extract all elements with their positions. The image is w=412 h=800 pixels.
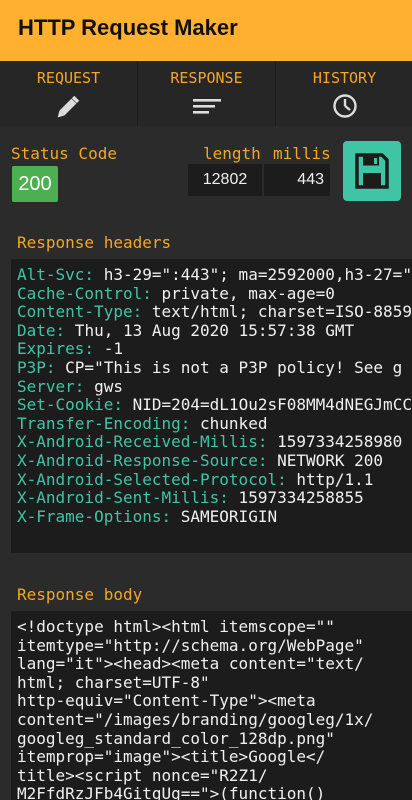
header-row: X-Android-Sent-Millis: 1597334258855 [17, 488, 412, 508]
header-value: CP="This is not a P3P policy! See g [55, 357, 403, 377]
header-value: NETWORK 200 [267, 450, 384, 470]
header-value: chunked [190, 413, 268, 433]
millis-value: 443 [264, 164, 330, 196]
body-line: <!doctype html><html itemscope="" [17, 617, 335, 636]
header-key: Alt-Svc: [17, 265, 95, 284]
header-key: Date: [17, 320, 66, 340]
header-key: X-Android-Sent-Millis: [17, 488, 229, 508]
header-value: gws [84, 376, 123, 396]
body-line: http-equiv="Content-Type"><meta [17, 691, 316, 711]
header-row: X-Frame-Options: SAMEORIGIN [17, 506, 412, 527]
header-value: Thu, 13 Aug 2020 15:57:38 GMT [65, 320, 355, 340]
header-row: X-Android-Selected-Protocol: http/1.1 [17, 469, 412, 490]
tab-request-label: REQUEST [36, 69, 101, 87]
header-row: X-Android-Response-Source: NETWORK 200 [17, 450, 412, 471]
header-value: NID=204=dL1Ou2sF08MM4dNEGJmCC [122, 395, 412, 415]
header-value: 1597334258855 [228, 488, 364, 508]
body-line: M2FfdRzJFb4GitgUg==">(function() [17, 784, 326, 800]
app-title: HTTP Request Maker [18, 15, 238, 40]
save-button[interactable] [343, 141, 401, 201]
tab-response-label: RESPONSE [170, 69, 243, 87]
header-value: h3-29=":443"; ma=2592000,h3-27=" [94, 265, 412, 284]
floppy-disk-icon [355, 153, 389, 189]
length-value: 12802 [188, 164, 262, 196]
body-line: html; charset=UTF-8" [17, 672, 210, 692]
header-value: http/1.1 [286, 469, 374, 489]
body-line: title><script nonce="R2Z1/ [17, 765, 268, 785]
lines-icon [191, 91, 223, 126]
header-key: Transfer-Encoding: [17, 413, 191, 433]
body-line: googleg_standard_color_128dp.png" [17, 728, 335, 748]
body-line: itemprop="image"><title>Google</ [17, 747, 326, 767]
pencil-icon [54, 91, 84, 126]
header-value: SAMEORIGIN [171, 506, 278, 526]
header-value: text/html; charset=ISO-8859 [142, 302, 412, 322]
status-code-label: Status Code [11, 144, 117, 163]
response-headers-title: Response headers [17, 233, 172, 252]
header-key: X-Android-Response-Source: [17, 450, 268, 470]
header-key: Expires: [17, 339, 95, 359]
app-bar: HTTP Request Maker [0, 0, 412, 61]
length-label: length [203, 144, 261, 163]
header-row: Set-Cookie: NID=204=dL1Ou2sF08MM4dNEGJmC… [17, 395, 412, 415]
header-key: Cache-Control: [17, 283, 152, 303]
header-row: Server: gws [17, 376, 412, 397]
tab-bar: REQUEST RESPONSE HISTORY [0, 61, 412, 126]
header-row: Cache-Control: private, max-age=0 [17, 283, 412, 304]
header-value: 1597334258980 [267, 432, 403, 452]
body-line: content="/images/branding/googleg/1x/ [17, 709, 374, 729]
header-key: P3P: [17, 357, 56, 377]
header-row: Transfer-Encoding: chunked [17, 413, 412, 434]
tab-response[interactable]: RESPONSE [138, 61, 275, 126]
header-value: private, max-age=0 [151, 283, 335, 303]
body-line: itemtype="http://schema.org/WebPage" [17, 635, 364, 655]
header-row: Expires: -1 [17, 340, 412, 359]
clock-icon [330, 91, 360, 126]
header-row: Content-Type: text/html; charset=ISO-885… [17, 302, 412, 322]
response-headers-panel[interactable]: Alt-Svc: h3-29=":443"; ma=2592000,h3-27=… [11, 259, 412, 553]
header-row: P3P: CP="This is not a P3P policy! See g [17, 357, 412, 378]
body-line: lang="it"><head><meta content="text/ [17, 654, 364, 674]
millis-label: millis [273, 144, 331, 163]
header-key: X-Android-Selected-Protocol: [17, 469, 287, 489]
header-key: Server: [17, 376, 85, 396]
response-body-title: Response body [17, 585, 143, 604]
response-body-panel[interactable]: <!doctype html><html itemscope="" itemtyp… [11, 611, 412, 800]
header-key: Content-Type: [17, 302, 143, 322]
header-key: X-Frame-Options: [17, 506, 172, 526]
header-row: X-Android-Received-Millis: 1597334258980 [17, 433, 412, 452]
header-row: Alt-Svc: h3-29=":443"; ma=2592000,h3-27=… [17, 265, 412, 285]
tab-history[interactable]: HISTORY [276, 61, 412, 126]
tab-request[interactable]: REQUEST [0, 61, 137, 126]
tab-history-label: HISTORY [312, 69, 377, 87]
status-badge: 200 [12, 166, 58, 202]
header-key: Set-Cookie: [17, 395, 123, 415]
header-key: X-Android-Received-Millis: [17, 432, 268, 452]
header-value: -1 [94, 339, 123, 359]
header-row: Date: Thu, 13 Aug 2020 15:57:38 GMT [17, 320, 412, 341]
